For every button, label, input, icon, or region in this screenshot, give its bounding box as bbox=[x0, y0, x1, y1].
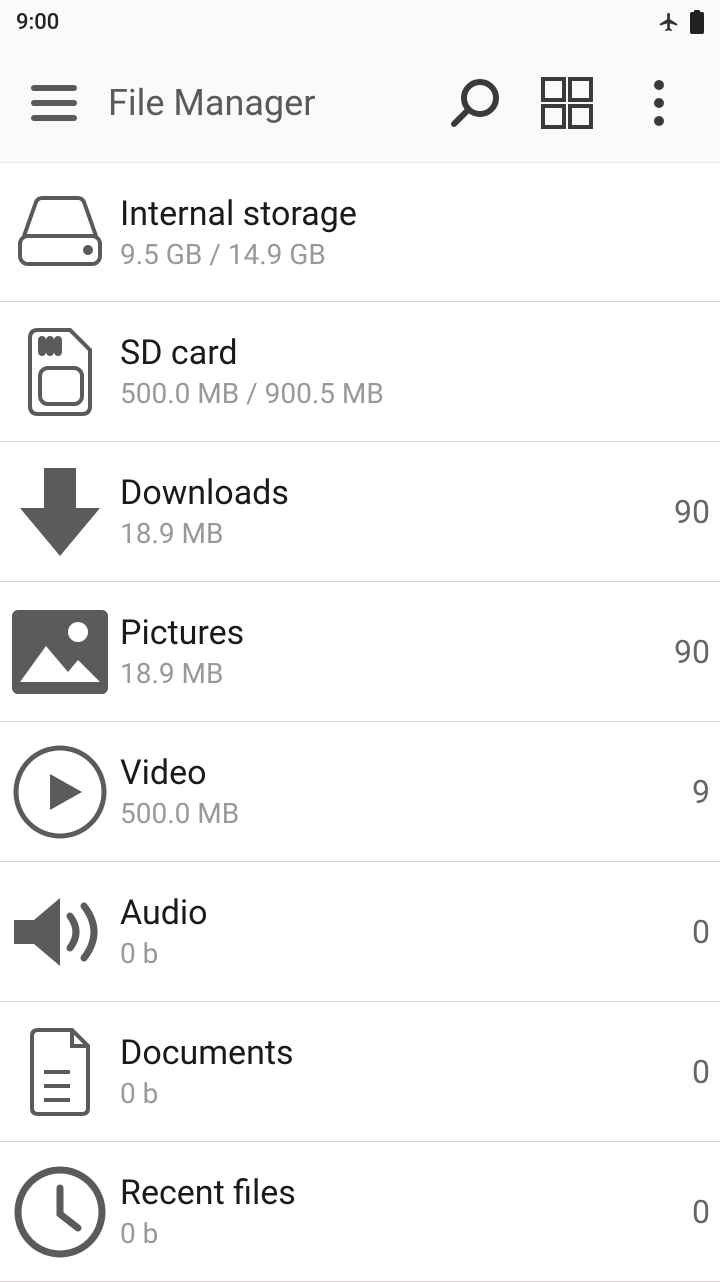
row-subtitle: 0 b bbox=[120, 937, 692, 970]
overflow-menu-button[interactable] bbox=[628, 72, 690, 134]
storage-list: Internal storage 9.5 GB / 14.9 GB SD car… bbox=[0, 162, 720, 1282]
search-button[interactable] bbox=[444, 72, 506, 134]
more-vert-icon bbox=[653, 79, 665, 127]
download-icon bbox=[10, 462, 110, 562]
row-title: Recent files bbox=[120, 1173, 692, 1213]
row-text: Pictures 18.9 MB bbox=[120, 613, 674, 690]
row-title: Pictures bbox=[120, 613, 674, 653]
status-icons bbox=[658, 10, 704, 34]
hamburger-icon bbox=[31, 85, 77, 121]
row-title: SD card bbox=[120, 333, 710, 373]
row-subtitle: 9.5 GB / 14.9 GB bbox=[120, 238, 710, 271]
list-row-document[interactable]: Documents 0 b 0 bbox=[0, 1002, 720, 1142]
sdcard-icon bbox=[10, 322, 110, 422]
app-title: File Manager bbox=[108, 82, 414, 124]
app-bar: File Manager bbox=[0, 44, 720, 162]
list-row-image[interactable]: Pictures 18.9 MB 90 bbox=[0, 582, 720, 722]
grid-view-button[interactable] bbox=[536, 72, 598, 134]
row-subtitle: 500.0 MB bbox=[120, 797, 692, 830]
row-count: 90 bbox=[674, 633, 710, 671]
row-text: Audio 0 b bbox=[120, 893, 692, 970]
image-icon bbox=[10, 602, 110, 702]
status-time: 9:00 bbox=[16, 10, 59, 35]
row-subtitle: 18.9 MB bbox=[120, 517, 674, 550]
battery-icon bbox=[690, 10, 704, 34]
menu-button[interactable] bbox=[30, 79, 78, 127]
row-title: Documents bbox=[120, 1033, 692, 1073]
row-title: Internal storage bbox=[120, 194, 710, 234]
play-icon bbox=[10, 742, 110, 842]
audio-icon bbox=[10, 882, 110, 982]
row-text: Recent files 0 b bbox=[120, 1173, 692, 1250]
grid-icon bbox=[541, 77, 593, 129]
row-subtitle: 0 b bbox=[120, 1077, 692, 1110]
row-text: Internal storage 9.5 GB / 14.9 GB bbox=[120, 194, 710, 271]
row-text: SD card 500.0 MB / 900.5 MB bbox=[120, 333, 710, 410]
hdd-icon bbox=[10, 182, 110, 282]
row-count: 0 bbox=[692, 1053, 710, 1091]
clock-icon bbox=[10, 1162, 110, 1262]
row-subtitle: 500.0 MB / 900.5 MB bbox=[120, 377, 710, 410]
list-row-download[interactable]: Downloads 18.9 MB 90 bbox=[0, 442, 720, 582]
search-icon bbox=[448, 76, 502, 130]
airplane-mode-icon bbox=[658, 11, 680, 33]
row-count: 9 bbox=[692, 773, 710, 811]
row-text: Downloads 18.9 MB bbox=[120, 473, 674, 550]
document-icon bbox=[10, 1022, 110, 1122]
row-title: Downloads bbox=[120, 473, 674, 513]
row-count: 0 bbox=[692, 913, 710, 951]
row-text: Video 500.0 MB bbox=[120, 753, 692, 830]
list-row-clock[interactable]: Recent files 0 b 0 bbox=[0, 1142, 720, 1282]
list-row-hdd[interactable]: Internal storage 9.5 GB / 14.9 GB bbox=[0, 162, 720, 302]
list-row-play[interactable]: Video 500.0 MB 9 bbox=[0, 722, 720, 862]
row-subtitle: 18.9 MB bbox=[120, 657, 674, 690]
status-bar: 9:00 bbox=[0, 0, 720, 44]
row-subtitle: 0 b bbox=[120, 1217, 692, 1250]
list-row-sdcard[interactable]: SD card 500.0 MB / 900.5 MB bbox=[0, 302, 720, 442]
row-count: 90 bbox=[674, 493, 710, 531]
row-count: 0 bbox=[692, 1193, 710, 1231]
list-row-audio[interactable]: Audio 0 b 0 bbox=[0, 862, 720, 1002]
row-title: Audio bbox=[120, 893, 692, 933]
row-title: Video bbox=[120, 753, 692, 793]
row-text: Documents 0 b bbox=[120, 1033, 692, 1110]
